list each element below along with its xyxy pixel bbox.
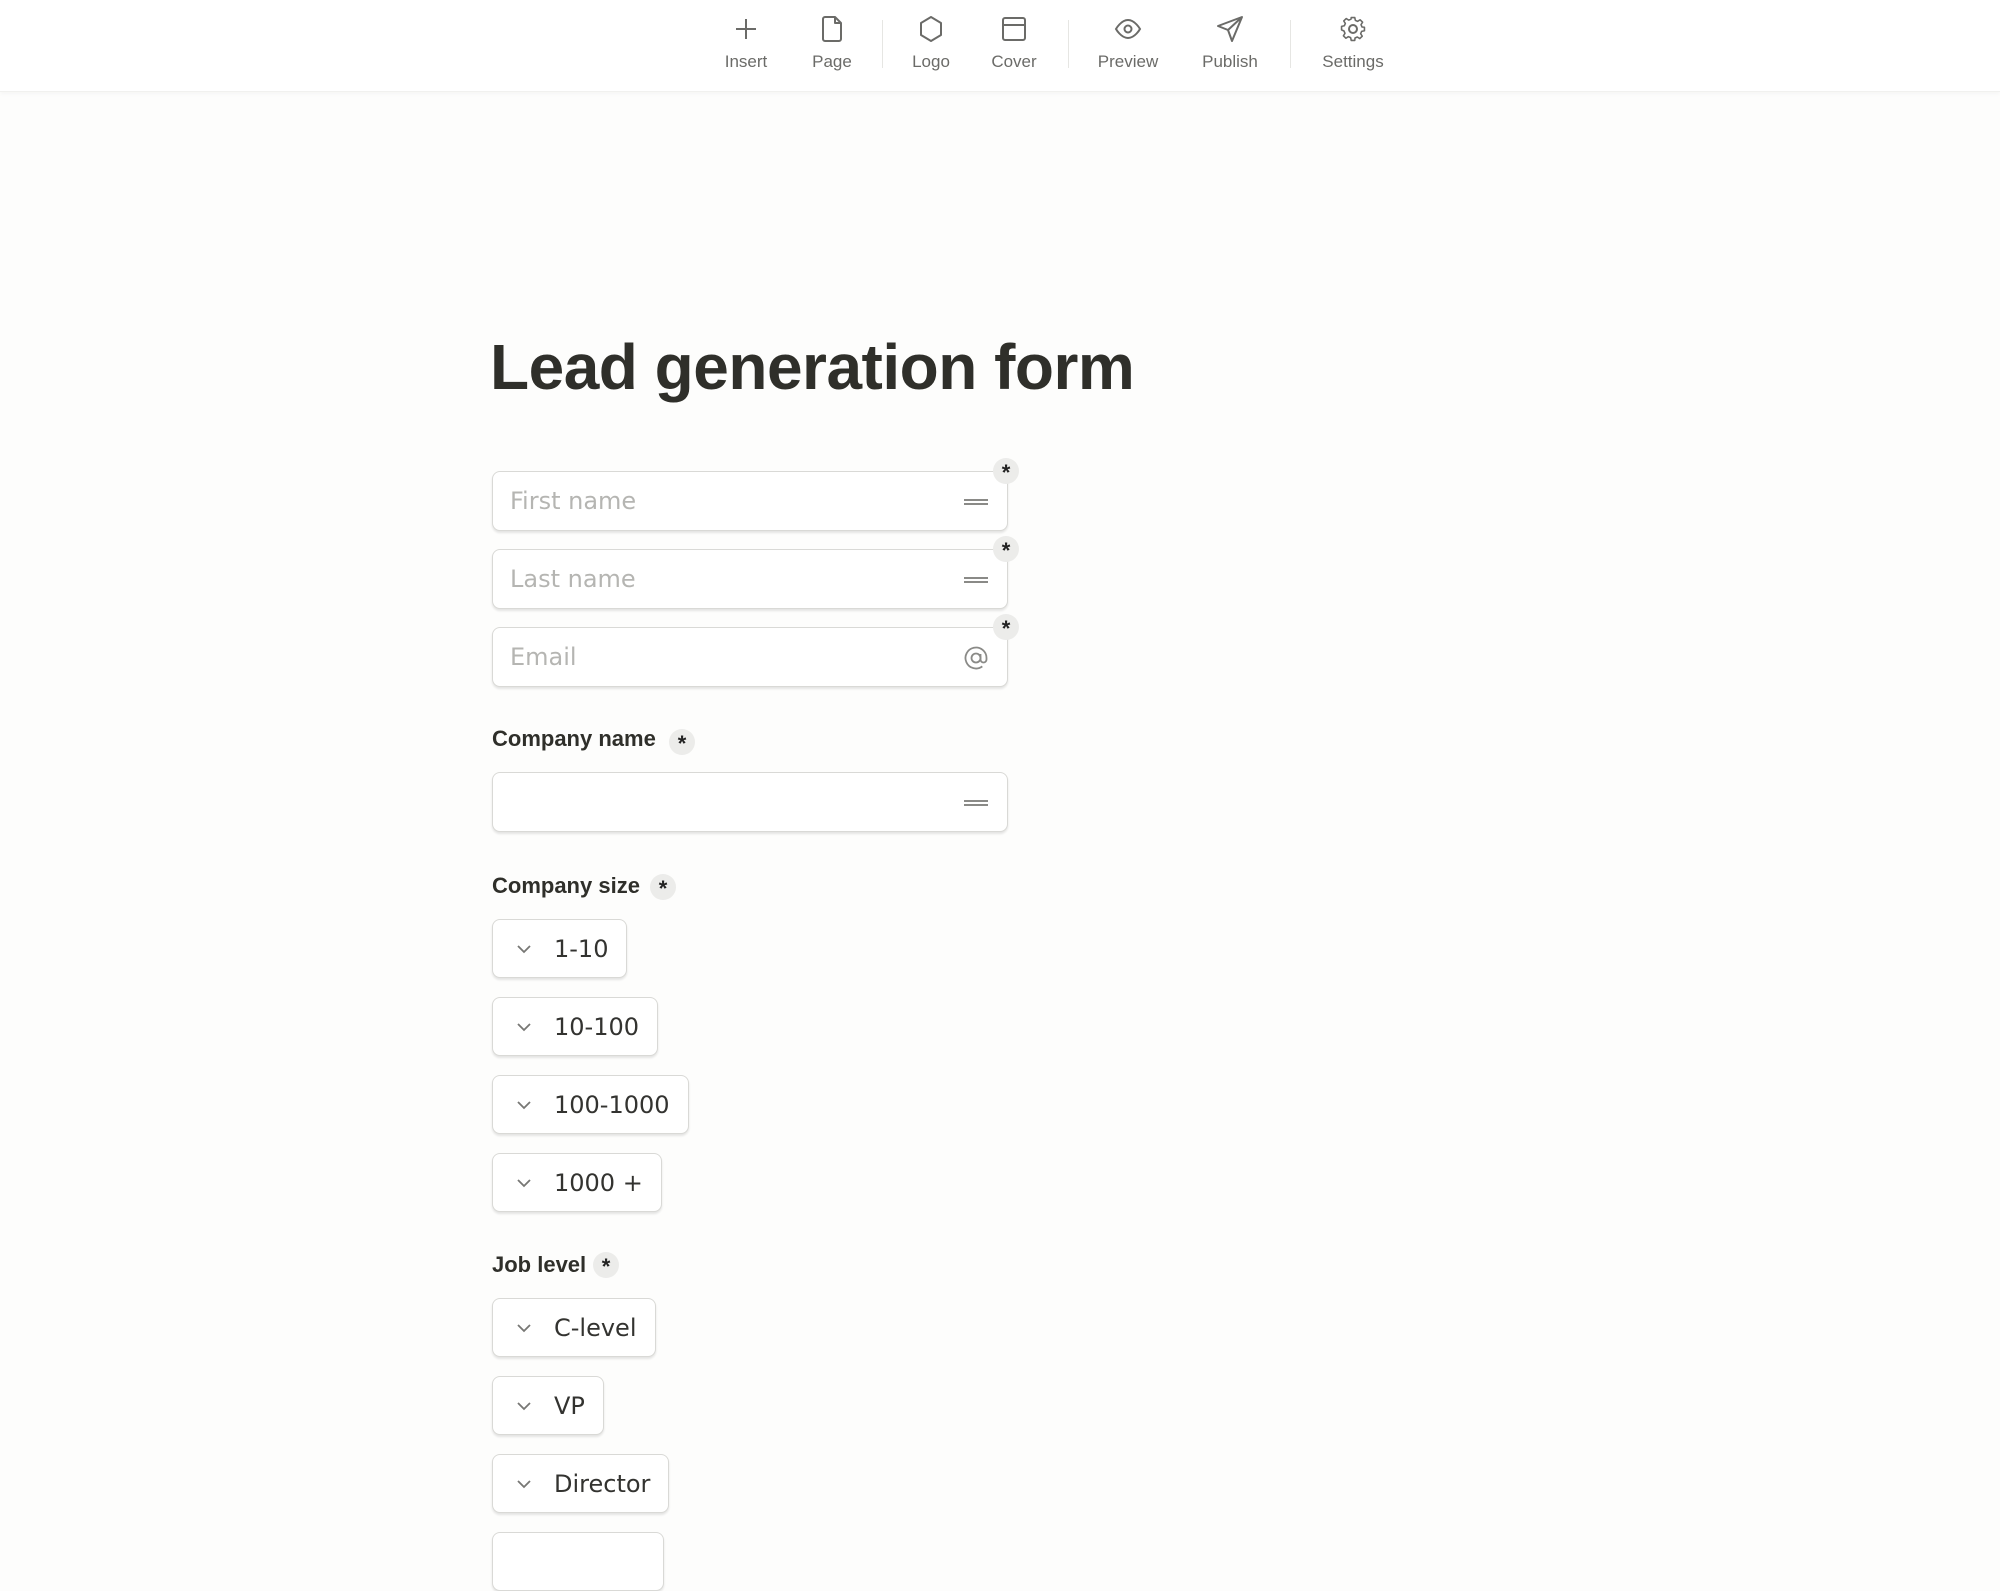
required-badge: * bbox=[993, 458, 1019, 485]
at-sign-icon bbox=[964, 646, 988, 670]
plus-icon bbox=[736, 19, 756, 39]
logo-label: Logo bbox=[912, 52, 950, 71]
insert-button[interactable]: Insert bbox=[701, 0, 791, 91]
hexagon-icon bbox=[920, 16, 942, 42]
company-size-option[interactable]: 1-10 bbox=[492, 919, 628, 978]
logo-button[interactable]: Logo bbox=[886, 0, 976, 91]
cover-label: Cover bbox=[991, 52, 1037, 71]
option-label: 10-100 bbox=[554, 1012, 640, 1041]
chevron-down-icon bbox=[517, 1100, 531, 1109]
last-name-field[interactable]: Last name bbox=[492, 549, 1008, 609]
page-label: Page bbox=[812, 52, 852, 71]
short-text-icon bbox=[964, 800, 988, 806]
first-name-field[interactable]: First name bbox=[492, 471, 1008, 531]
option-label: 1-10 bbox=[554, 934, 609, 963]
chevron-down-icon bbox=[517, 1022, 531, 1031]
job-level-option[interactable] bbox=[492, 1532, 664, 1591]
settings-button[interactable]: Settings bbox=[1308, 0, 1398, 91]
last-name-placeholder: Last name bbox=[510, 565, 636, 593]
company-size-label: Company size bbox=[492, 873, 640, 898]
required-badge: * bbox=[593, 1252, 619, 1279]
chevron-down-icon bbox=[517, 1323, 531, 1332]
publish-label: Publish bbox=[1202, 52, 1258, 71]
page-icon bbox=[822, 16, 842, 42]
editor-toolbar: Insert Page Logo Cover Preview Publish S… bbox=[0, 0, 2000, 92]
required-badge: * bbox=[669, 729, 695, 756]
required-badge: * bbox=[993, 614, 1019, 641]
page-button[interactable]: Page bbox=[787, 0, 877, 91]
company-name-input[interactable] bbox=[492, 772, 1008, 832]
email-placeholder: Email bbox=[510, 643, 577, 671]
required-badge: * bbox=[650, 874, 676, 901]
eye-icon bbox=[1114, 18, 1142, 40]
insert-label: Insert bbox=[724, 52, 768, 71]
email-field[interactable]: Email bbox=[492, 627, 1008, 687]
job-level-label: Job level bbox=[492, 1252, 587, 1277]
cover-button[interactable]: Cover bbox=[969, 0, 1059, 91]
option-label: C-level bbox=[554, 1313, 637, 1342]
send-icon bbox=[1217, 16, 1243, 42]
chevron-down-icon bbox=[517, 1479, 531, 1488]
option-label: 1000 + bbox=[554, 1168, 643, 1197]
company-name-label: Company name bbox=[492, 726, 656, 751]
short-text-icon bbox=[964, 577, 988, 583]
job-level-option[interactable]: Director bbox=[492, 1454, 670, 1513]
required-badge: * bbox=[993, 536, 1019, 563]
job-level-option[interactable]: VP bbox=[492, 1376, 604, 1435]
company-size-option[interactable]: 1000 + bbox=[492, 1153, 662, 1212]
chevron-down-icon bbox=[517, 944, 531, 953]
option-label: 100-1000 bbox=[554, 1090, 670, 1119]
settings-label: Settings bbox=[1322, 52, 1384, 71]
short-text-icon bbox=[964, 499, 988, 505]
company-size-option[interactable]: 100-1000 bbox=[492, 1075, 689, 1134]
toolbar-divider bbox=[1290, 20, 1291, 68]
form-title[interactable]: Lead generation form bbox=[490, 330, 1135, 404]
first-name-placeholder: First name bbox=[510, 487, 637, 515]
toolbar-divider bbox=[1068, 20, 1069, 68]
preview-label: Preview bbox=[1097, 52, 1159, 71]
company-size-option[interactable]: 10-100 bbox=[492, 997, 659, 1056]
toolbar-divider bbox=[882, 20, 883, 68]
gear-icon bbox=[1340, 16, 1366, 42]
option-label: VP bbox=[554, 1391, 585, 1420]
job-level-option[interactable]: C-level bbox=[492, 1298, 656, 1357]
option-label: Director bbox=[554, 1469, 651, 1498]
cover-icon bbox=[1002, 17, 1026, 41]
preview-button[interactable]: Preview bbox=[1083, 0, 1173, 91]
publish-button[interactable]: Publish bbox=[1185, 0, 1275, 91]
chevron-down-icon bbox=[517, 1178, 531, 1187]
chevron-down-icon bbox=[517, 1401, 531, 1410]
